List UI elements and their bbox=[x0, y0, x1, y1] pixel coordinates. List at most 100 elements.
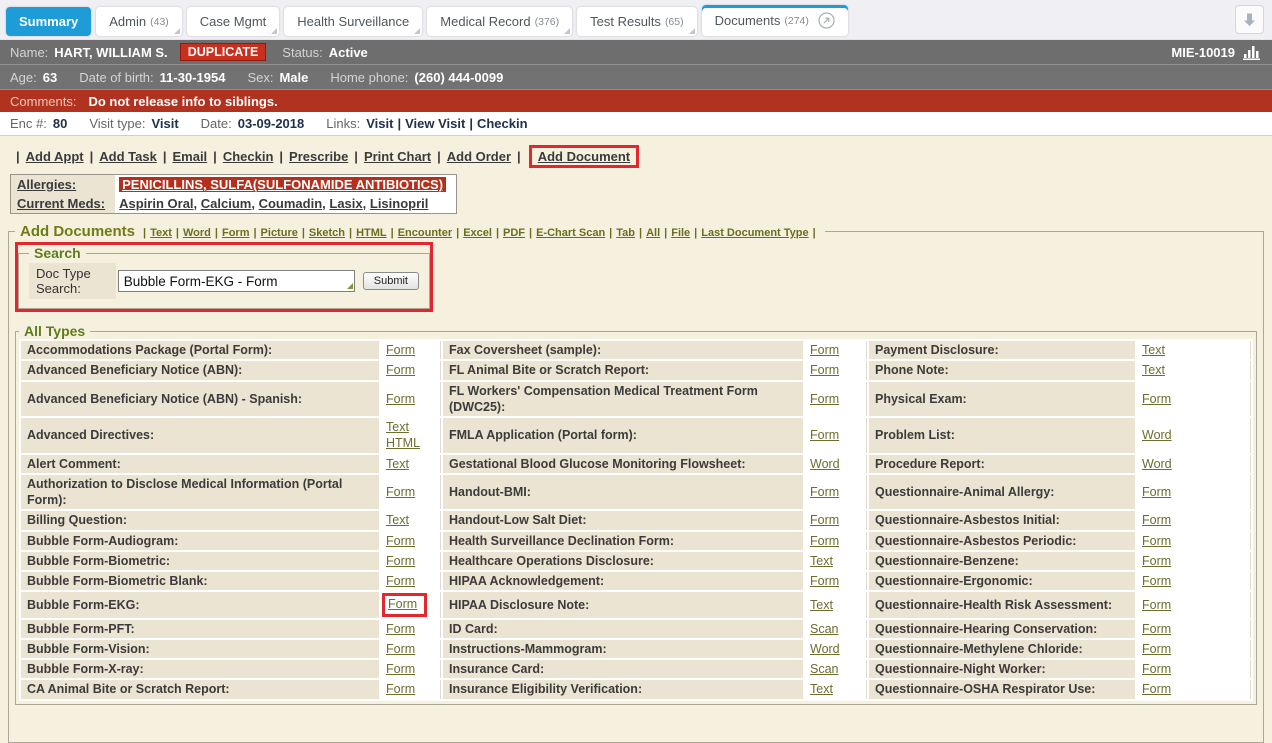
encounter-link-checkin[interactable]: Checkin bbox=[477, 116, 528, 131]
doc-type-link-form[interactable]: Form bbox=[388, 597, 417, 611]
doc-type-link-form[interactable]: Form bbox=[810, 485, 839, 499]
tab-medical-record[interactable]: Medical Record(376) bbox=[427, 7, 572, 36]
submit-button[interactable]: Submit bbox=[363, 272, 419, 290]
doc-type-link-form[interactable]: Form bbox=[810, 363, 839, 377]
doc-type-link-form[interactable]: Form bbox=[810, 343, 839, 357]
doc-type-link-text[interactable]: Text bbox=[810, 682, 833, 696]
tab-test-results[interactable]: Test Results(65) bbox=[577, 7, 697, 36]
add-doc-type-sketch[interactable]: Sketch bbox=[309, 227, 345, 239]
doc-type-link-form[interactable]: Form bbox=[1142, 662, 1171, 676]
doc-type-link-form[interactable]: Form bbox=[386, 392, 415, 406]
doc-type-link-form[interactable]: Form bbox=[386, 343, 415, 357]
doc-type-link-scan[interactable]: Scan bbox=[810, 622, 839, 636]
email-link[interactable]: Email bbox=[172, 149, 207, 164]
doc-type-label: Phone Note: bbox=[869, 361, 1135, 379]
doc-type-link-form[interactable]: Form bbox=[810, 513, 839, 527]
doc-type-link-word[interactable]: Word bbox=[1142, 428, 1172, 442]
print-chart-link[interactable]: Print Chart bbox=[364, 149, 431, 164]
add-doc-type-file[interactable]: File bbox=[671, 227, 690, 239]
add-doc-type-encounter[interactable]: Encounter bbox=[398, 227, 452, 239]
bar-chart-icon[interactable] bbox=[1243, 45, 1262, 60]
doc-type-search-input[interactable] bbox=[118, 270, 355, 292]
doc-type-link-form[interactable]: Form bbox=[810, 574, 839, 588]
allergies-link[interactable]: Allergies: bbox=[17, 177, 76, 192]
doc-type-link-form[interactable]: Form bbox=[810, 428, 839, 442]
add-order-link[interactable]: Add Order bbox=[447, 149, 511, 164]
checkin-link[interactable]: Checkin bbox=[223, 149, 274, 164]
allergy-value-link[interactable]: PENICILLINS, SULFA(SULFONAMIDE ANTIBIOTI… bbox=[119, 177, 446, 192]
doc-type-link-form[interactable]: Form bbox=[386, 574, 415, 588]
doc-type-link-word[interactable]: Word bbox=[1142, 457, 1172, 471]
annotation-box-ekg-form: Form bbox=[382, 593, 427, 616]
doc-type-link-form[interactable]: Form bbox=[386, 682, 415, 696]
prescribe-link[interactable]: Prescribe bbox=[289, 149, 348, 164]
doc-type-label: Health Surveillance Declination Form: bbox=[443, 532, 803, 550]
doc-type-link-form[interactable]: Form bbox=[386, 622, 415, 636]
encounter-link-visit[interactable]: Visit bbox=[366, 116, 393, 131]
doc-type-link-form[interactable]: Form bbox=[1142, 485, 1171, 499]
add-appt-link[interactable]: Add Appt bbox=[26, 149, 84, 164]
encounter-link-view-visit[interactable]: View Visit bbox=[405, 116, 465, 131]
doc-type-link-text[interactable]: Text bbox=[386, 420, 409, 434]
add-doc-type-html[interactable]: HTML bbox=[356, 227, 387, 239]
add-doc-type-word[interactable]: Word bbox=[183, 227, 211, 239]
medication-link-calcium[interactable]: Calcium bbox=[201, 196, 252, 211]
add-doc-type-picture[interactable]: Picture bbox=[261, 227, 298, 239]
doc-type-link-text[interactable]: Text bbox=[386, 457, 409, 471]
add-doc-type-e-chart-scan[interactable]: E-Chart Scan bbox=[536, 227, 605, 239]
add-doc-type-pdf[interactable]: PDF bbox=[503, 227, 525, 239]
add-doc-type-last-document-type[interactable]: Last Document Type bbox=[701, 227, 808, 239]
add-doc-type-excel[interactable]: Excel bbox=[463, 227, 492, 239]
doc-type-link-form[interactable]: Form bbox=[386, 554, 415, 568]
doc-type-link-form[interactable]: Form bbox=[386, 662, 415, 676]
add-doc-type-tab[interactable]: Tab bbox=[616, 227, 635, 239]
doc-type-link-form[interactable]: Form bbox=[386, 485, 415, 499]
tab-summary[interactable]: Summary bbox=[6, 7, 91, 36]
doc-type-link-word[interactable]: Word bbox=[810, 642, 840, 656]
doc-type-label: Handout-Low Salt Diet: bbox=[443, 511, 803, 529]
phone-label: Home phone: bbox=[330, 70, 408, 85]
doc-type-link-form[interactable]: Form bbox=[386, 642, 415, 656]
doc-type-link-html[interactable]: HTML bbox=[386, 436, 420, 450]
doc-type-link-word[interactable]: Word bbox=[810, 457, 840, 471]
doc-type-link-form[interactable]: Form bbox=[1142, 534, 1171, 548]
doc-type-link-text[interactable]: Text bbox=[1142, 343, 1165, 357]
medication-link-aspirin-oral[interactable]: Aspirin Oral bbox=[119, 196, 193, 211]
doc-type-link-form[interactable]: Form bbox=[1142, 682, 1171, 696]
doc-type-link-form[interactable]: Form bbox=[1142, 642, 1171, 656]
add-task-link[interactable]: Add Task bbox=[99, 149, 157, 164]
doc-type-link-form[interactable]: Form bbox=[1142, 598, 1171, 612]
doc-type-link-scan[interactable]: Scan bbox=[810, 662, 839, 676]
add-doc-type-all[interactable]: All bbox=[646, 227, 660, 239]
doc-type-link-form[interactable]: Form bbox=[810, 392, 839, 406]
doc-type-link-text[interactable]: Text bbox=[810, 598, 833, 612]
doc-type-link-form[interactable]: Form bbox=[386, 363, 415, 377]
add-doc-type-text[interactable]: Text bbox=[150, 227, 172, 239]
doc-type-link-form[interactable]: Form bbox=[1142, 622, 1171, 636]
tab-health-surveillance[interactable]: Health Surveillance bbox=[284, 7, 422, 36]
doc-type-link-text[interactable]: Text bbox=[810, 554, 833, 568]
doc-type-link-cell: Text bbox=[805, 680, 867, 698]
doc-type-link-text[interactable]: Text bbox=[386, 513, 409, 527]
tab-documents[interactable]: Documents(274) bbox=[702, 5, 848, 36]
doc-type-link-form[interactable]: Form bbox=[1142, 574, 1171, 588]
add-document-link[interactable]: Add Document bbox=[538, 149, 630, 164]
doc-type-link-form[interactable]: Form bbox=[386, 534, 415, 548]
download-button[interactable] bbox=[1235, 5, 1264, 34]
visit-type-value: Visit bbox=[151, 116, 178, 131]
doc-type-link-form[interactable]: Form bbox=[1142, 554, 1171, 568]
doc-type-link-form[interactable]: Form bbox=[1142, 392, 1171, 406]
medication-link-lasix[interactable]: Lasix bbox=[329, 196, 362, 211]
doc-type-link-form[interactable]: Form bbox=[1142, 513, 1171, 527]
doc-type-link-text[interactable]: Text bbox=[1142, 363, 1165, 377]
visit-type-label: Visit type: bbox=[89, 116, 145, 131]
medication-link-lisinopril[interactable]: Lisinopril bbox=[370, 196, 429, 211]
current-meds-link[interactable]: Current Meds: bbox=[17, 196, 105, 211]
open-in-new-window-icon[interactable] bbox=[818, 12, 835, 29]
add-doc-type-form[interactable]: Form bbox=[222, 227, 250, 239]
doc-type-link-form[interactable]: Form bbox=[810, 534, 839, 548]
tab-case-mgmt[interactable]: Case Mgmt bbox=[187, 7, 279, 36]
tab-admin[interactable]: Admin(43) bbox=[96, 7, 182, 36]
medication-link-coumadin[interactable]: Coumadin bbox=[259, 196, 323, 211]
patient-demographics-bar: Age:63 Date of birth:11-30-1954 Sex:Male… bbox=[0, 65, 1272, 90]
